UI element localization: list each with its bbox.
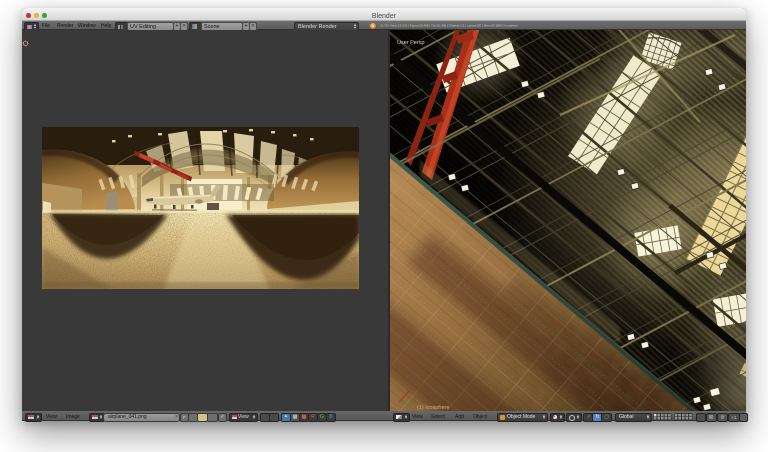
svg-text:User Persp: User Persp <box>397 40 425 46</box>
